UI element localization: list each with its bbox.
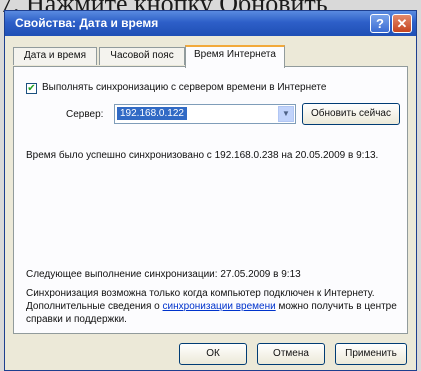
ok-button[interactable]: ОК [179, 343, 247, 365]
tab-time-zone[interactable]: Часовой пояс [99, 47, 185, 65]
help-icon[interactable]: ? [370, 14, 390, 33]
chevron-down-icon[interactable]: ▼ [278, 106, 294, 122]
next-sync-text: Следующее выполнение синхронизации: 27.0… [26, 269, 301, 280]
server-label: Сервер: [66, 109, 104, 120]
apply-button[interactable]: Применить [335, 343, 407, 365]
server-value[interactable]: 192.168.0.122 [117, 107, 187, 120]
time-sync-link[interactable]: синхронизации времени [163, 301, 276, 312]
server-combobox[interactable]: 192.168.0.122 ▼ [114, 104, 296, 124]
window-title: Свойства: Дата и время [15, 16, 159, 30]
internet-time-panel: ✔ Выполнять синхронизацию с сервером вре… [13, 66, 408, 334]
sync-checkbox[interactable]: ✔ [26, 83, 37, 94]
close-icon[interactable]: ✕ [392, 14, 412, 33]
sync-checkbox-label[interactable]: Выполнять синхронизацию с сервером време… [42, 82, 326, 93]
tab-internet-time[interactable]: Время Интернета [185, 45, 285, 68]
cancel-button[interactable]: Отмена [257, 343, 325, 365]
help-note: Синхронизация возможна только когда комп… [26, 287, 398, 326]
tab-date-time[interactable]: Дата и время [13, 47, 97, 65]
properties-dialog: Свойства: Дата и время ? ✕ Дата и время … [4, 10, 417, 371]
update-now-button[interactable]: Обновить сейчас [302, 103, 400, 125]
title-bar[interactable]: Свойства: Дата и время ? ✕ [5, 11, 416, 36]
sync-status-text: Время было успешно синхронизовано с 192.… [26, 150, 379, 161]
